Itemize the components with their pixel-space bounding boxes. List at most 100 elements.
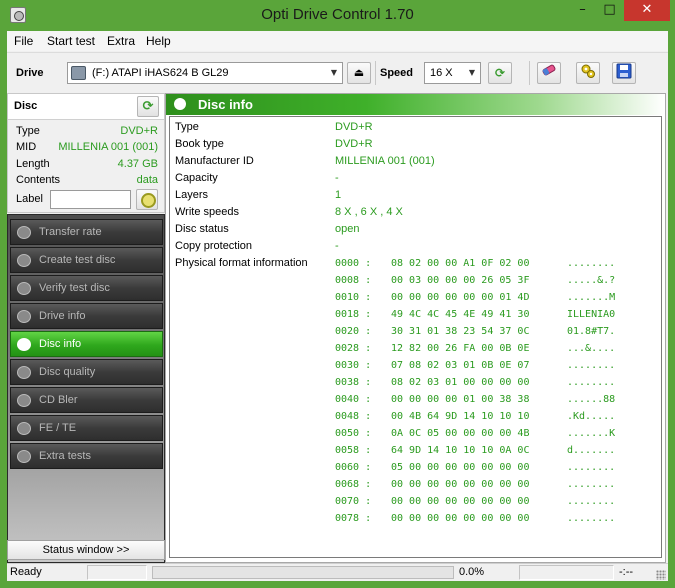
hex-ascii: d....... — [567, 445, 616, 456]
save-button[interactable] — [612, 62, 636, 84]
refresh-speed-button[interactable]: ⟳ — [488, 62, 512, 84]
hex-bytes: 05 00 00 00 00 00 00 00 — [391, 462, 530, 473]
hex-offset: 0018 : — [335, 309, 372, 320]
disc-icon — [17, 310, 31, 323]
disc-info-content: Type DVD+R Book type DVD+R Manufacturer … — [169, 116, 662, 558]
hex-ascii: ........ — [567, 462, 616, 473]
disc-label-input[interactable] — [50, 190, 131, 209]
main-panel: Disc info Type DVD+R Book type DVD+R Man… — [165, 93, 666, 563]
nav-disc-info[interactable]: Disc info — [10, 331, 163, 357]
disc-panel: Disc ⟳ Type DVD+R MID MILLENIA 001 (001)… — [7, 93, 165, 213]
gears-icon — [581, 64, 595, 78]
disc-row-key: Type — [16, 125, 40, 137]
hex-offset: 0020 : — [335, 326, 372, 337]
nav-label: FE / TE — [39, 422, 77, 434]
nav-label: CD Bler — [39, 394, 78, 406]
hex-ascii: ........ — [567, 479, 616, 490]
hex-bytes: 00 00 00 00 00 00 00 00 — [391, 496, 530, 507]
hex-bytes: 00 00 00 00 00 00 01 4D — [391, 292, 530, 303]
nav-create-test-disc[interactable]: Create test disc — [10, 247, 163, 273]
main-panel-header: Disc info — [166, 94, 665, 115]
drive-select-value: (F:) ATAPI iHAS624 B GL29 — [92, 67, 229, 79]
erase-button[interactable] — [537, 62, 561, 84]
menu-extra[interactable]: Extra — [107, 34, 135, 48]
hex-offset: 0008 : — [335, 275, 372, 286]
menu-help[interactable]: Help — [146, 34, 171, 48]
nav-cd-bler[interactable]: CD Bler — [10, 387, 163, 413]
label-disc-button[interactable] — [136, 189, 158, 210]
menu-file[interactable]: File — [14, 34, 33, 48]
hex-ascii: .......M — [567, 292, 616, 303]
close-button[interactable]: ✕ — [624, 0, 670, 21]
speed-select[interactable]: 16 X ▼ — [424, 62, 481, 84]
disc-icon — [17, 338, 31, 351]
pfi-label: Physical format information — [175, 257, 308, 269]
info-key: Disc status — [175, 223, 229, 235]
chevron-down-icon: ▼ — [468, 68, 476, 77]
progress-percent: 0.0% — [459, 566, 485, 578]
disc-panel-header: Disc ⟳ — [8, 94, 164, 120]
hex-ascii: ........ — [567, 377, 616, 388]
elapsed-time: -:-- — [619, 566, 634, 578]
hex-bytes: 00 00 00 00 00 00 00 00 — [391, 479, 530, 490]
nav-fe-te[interactable]: FE / TE — [10, 415, 163, 441]
disc-row-value: data — [136, 174, 158, 186]
nav-label: Disc quality — [39, 366, 96, 378]
refresh-disc-button[interactable]: ⟳ — [137, 96, 159, 117]
eject-button[interactable]: ⏏ — [347, 62, 371, 84]
left-panel: Disc ⟳ Type DVD+R MID MILLENIA 001 (001)… — [7, 93, 165, 563]
info-value: - — [335, 240, 339, 252]
hex-bytes: 30 31 01 38 23 54 37 0C — [391, 326, 530, 337]
info-value: DVD+R — [335, 138, 373, 150]
minimize-button[interactable]: – — [569, 0, 596, 21]
status-window-button[interactable]: Status window >> — [7, 540, 165, 560]
disc-icon — [17, 254, 31, 267]
drive-select[interactable]: (F:) ATAPI iHAS624 B GL29 ▼ — [67, 62, 343, 84]
info-key: Manufacturer ID — [175, 155, 254, 167]
toolbar: Drive (F:) ATAPI iHAS624 B GL29 ▼ ⏏ Spee… — [7, 52, 668, 92]
info-value: open — [335, 223, 360, 235]
resize-grip-icon[interactable] — [656, 570, 666, 580]
info-value: 8 X , 6 X , 4 X — [335, 206, 403, 218]
menu-bar: File Start test Extra Help — [7, 31, 668, 51]
hex-bytes: 12 82 00 26 FA 00 0B 0E — [391, 343, 530, 354]
hex-bytes: 00 00 00 00 00 00 00 00 — [391, 513, 530, 524]
hex-ascii: .....&.? — [567, 275, 616, 286]
settings-button[interactable] — [576, 62, 600, 84]
hex-bytes: 07 08 02 03 01 0B 0E 07 — [391, 360, 530, 371]
speed-label: Speed — [380, 67, 414, 79]
menu-start-test[interactable]: Start test — [47, 34, 95, 48]
hex-ascii: ........ — [567, 360, 616, 371]
maximize-button[interactable]: □ — [596, 0, 623, 21]
title-bar: Opti Drive Control 1.70 – □ ✕ — [0, 0, 675, 31]
nav-label: Disc info — [39, 338, 82, 350]
nav-verify-test-disc[interactable]: Verify test disc — [10, 275, 163, 301]
toolbar-separator — [375, 61, 376, 85]
disc-icon — [17, 282, 31, 295]
hex-ascii: ILLENIA0 — [567, 309, 616, 320]
status-segment — [519, 565, 614, 580]
hex-offset: 0030 : — [335, 360, 372, 371]
nav-transfer-rate[interactable]: Transfer rate — [10, 219, 163, 245]
status-text: Ready — [10, 566, 42, 578]
nav-extra-tests[interactable]: Extra tests — [10, 443, 163, 469]
progress-bar — [152, 566, 454, 579]
hex-ascii: 01.8#T7. — [567, 326, 616, 337]
nav-drive-info[interactable]: Drive info — [10, 303, 163, 329]
hex-ascii: ........ — [567, 258, 616, 269]
nav-disc-quality[interactable]: Disc quality — [10, 359, 163, 385]
hex-bytes: 00 03 00 00 00 26 05 3F — [391, 275, 530, 286]
disc-icon — [17, 226, 31, 239]
disc-row-key: MID — [16, 141, 37, 153]
hex-offset: 0048 : — [335, 411, 372, 422]
status-bar: Ready 0.0% -:-- — [7, 563, 668, 581]
hex-offset: 0040 : — [335, 394, 372, 405]
disc-icon — [174, 98, 186, 110]
hex-ascii: ......88 — [567, 394, 616, 405]
hex-offset: 0068 : — [335, 479, 372, 490]
info-key: Book type — [175, 138, 224, 150]
hex-ascii: ........ — [567, 496, 616, 507]
chevron-down-icon: ▼ — [330, 68, 338, 77]
nav-label: Drive info — [39, 310, 86, 322]
hex-offset: 0050 : — [335, 428, 372, 439]
